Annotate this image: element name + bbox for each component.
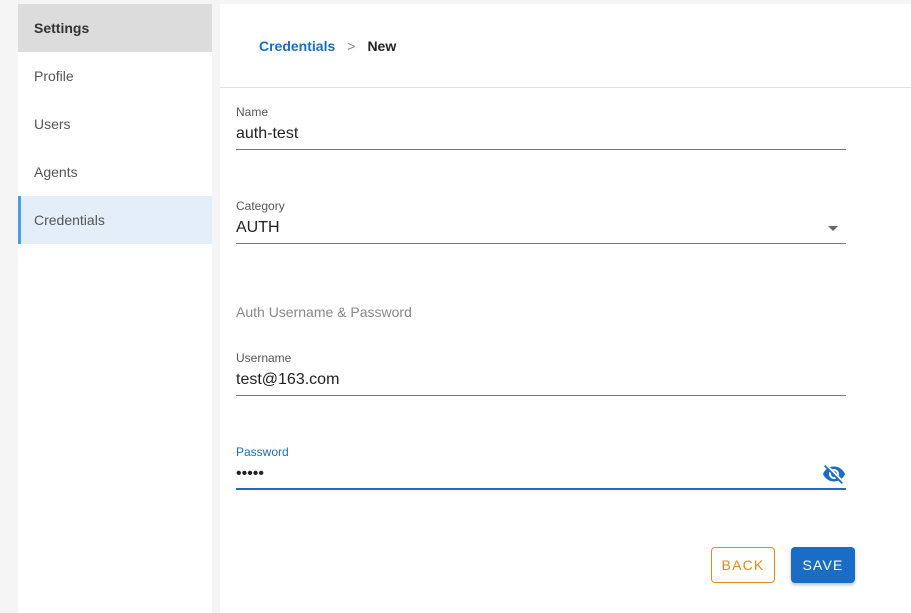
breadcrumb-separator: > [347, 37, 356, 54]
category-field: Category AUTH [236, 199, 846, 244]
back-button[interactable]: BACK [711, 547, 775, 583]
name-input[interactable]: auth-test [236, 119, 846, 150]
password-masked-value: ••••• [236, 465, 265, 482]
name-field: Name auth-test [236, 105, 846, 150]
sidebar-item-users[interactable]: Users [18, 100, 212, 148]
sidebar-item-agents[interactable]: Agents [18, 148, 212, 196]
eye-off-icon[interactable] [822, 462, 846, 486]
breadcrumb-credentials-link[interactable]: Credentials [259, 38, 335, 54]
credential-form-panel: Credentials > New Name auth-test Categor… [220, 4, 911, 613]
category-selected-value: AUTH [236, 219, 280, 236]
sidebar-header: Settings [18, 4, 212, 52]
category-label: Category [236, 199, 285, 213]
username-field: Username test@163.com [236, 351, 846, 396]
save-button[interactable]: SAVE [791, 547, 855, 583]
username-input[interactable]: test@163.com [236, 365, 846, 396]
settings-sidebar: Settings Profile Users Agents Credential… [18, 4, 212, 613]
name-label: Name [236, 105, 269, 119]
password-label: Password [236, 445, 289, 459]
breadcrumb-current: New [367, 37, 397, 54]
username-label: Username [236, 351, 292, 365]
category-select[interactable]: AUTH [236, 213, 846, 244]
chevron-down-icon[interactable] [828, 226, 838, 231]
password-field: Password ••••• [236, 445, 846, 490]
sidebar-item-profile[interactable]: Profile [18, 52, 212, 100]
breadcrumb: Credentials > New [220, 4, 911, 88]
password-input[interactable]: ••••• [236, 459, 846, 490]
sidebar-item-credentials[interactable]: Credentials [18, 196, 212, 244]
section-title: Auth Username & Password [236, 304, 412, 320]
